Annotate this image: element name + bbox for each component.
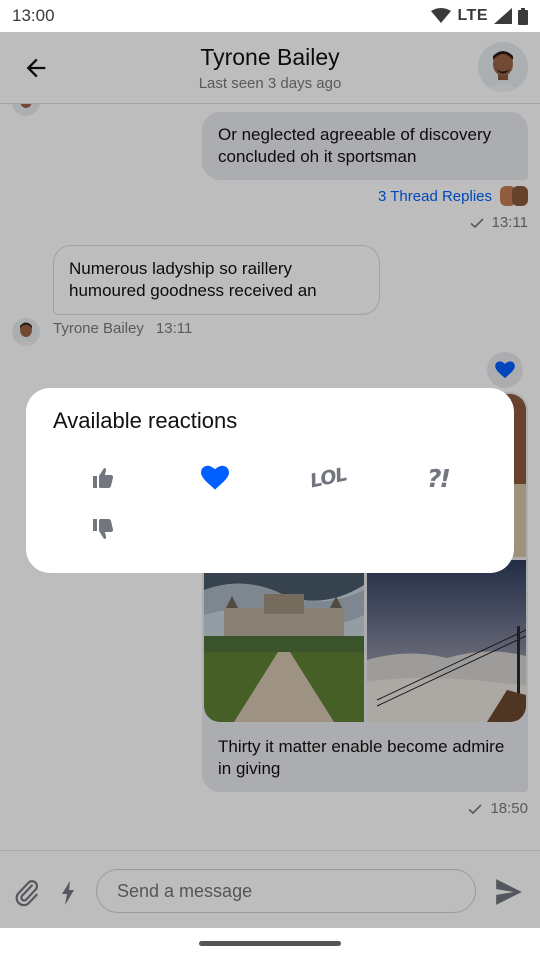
reaction-thumbs-up[interactable] xyxy=(83,458,123,498)
lol-icon: LOL xyxy=(307,463,349,493)
network-type: LTE xyxy=(457,7,488,24)
interrobang-icon: ?! xyxy=(427,463,451,493)
wifi-icon xyxy=(431,8,452,23)
reaction-love[interactable] xyxy=(195,458,235,498)
home-gesture-handle[interactable] xyxy=(199,941,341,946)
thumbs-down-icon xyxy=(93,519,114,539)
system-navigation-bar xyxy=(0,928,540,960)
reactions-title: Available reactions xyxy=(53,408,238,433)
status-icons: LTE xyxy=(431,7,528,25)
reaction-wut[interactable]: ?! xyxy=(418,458,458,498)
battery-icon xyxy=(518,7,528,25)
thumbs-up-icon xyxy=(93,468,114,488)
heart-icon xyxy=(201,465,229,490)
reactions-dialog: Available reactions LOL ?! xyxy=(26,388,514,573)
reaction-thumbs-down[interactable] xyxy=(83,509,123,549)
signal-icon xyxy=(494,8,512,24)
status-time: 13:00 xyxy=(12,6,55,25)
status-bar: 13:00 LTE xyxy=(0,0,540,32)
reaction-lol[interactable]: LOL xyxy=(306,458,350,498)
